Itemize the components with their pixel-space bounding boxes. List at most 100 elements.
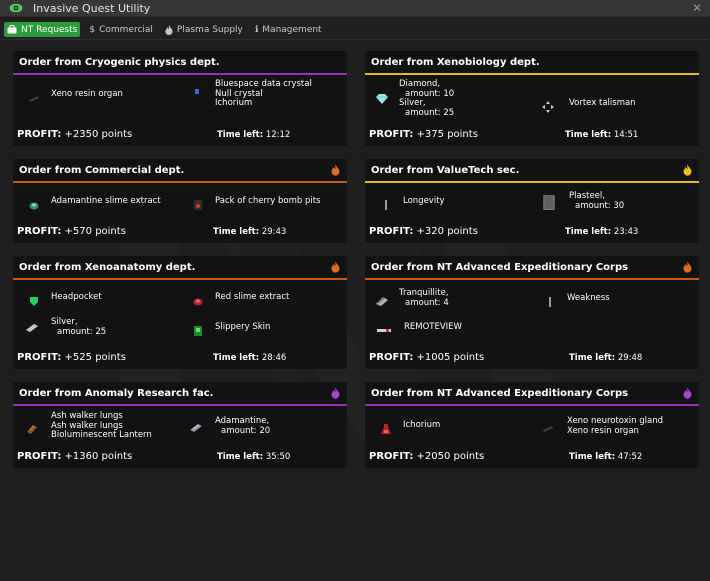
talisman-icon xyxy=(542,101,554,113)
time-left-value: 29:48 xyxy=(617,353,643,363)
order-card: Order from Xenoanatomy dept. Headpocket … xyxy=(13,256,347,369)
order-accent-bar xyxy=(13,404,347,406)
item-amount: amount: 25 xyxy=(405,107,455,118)
item-name: Xeno resin organ xyxy=(567,425,639,436)
order-title: Order from NT Advanced Expeditionary Cor… xyxy=(371,261,629,273)
order-item: REMOTEVIEW xyxy=(375,322,462,338)
order-title: Order from Anomaly Research fac. xyxy=(19,387,214,399)
tab-label: Commercial xyxy=(99,24,153,35)
item-name: Xeno resin organ xyxy=(51,89,123,99)
blue-crystal-icon xyxy=(195,89,199,94)
close-window-button[interactable]: ✕ xyxy=(692,1,702,15)
profit-value: +375 points xyxy=(416,129,478,140)
time-left-value: 28:46 xyxy=(261,353,287,363)
order-item: Plasteel, amount: 30 xyxy=(541,191,625,211)
profit-line: PROFIT: +2050 points xyxy=(369,451,484,462)
time-left-line: Time left: 29:48 xyxy=(569,353,642,363)
time-left-value: 47:52 xyxy=(617,452,643,462)
time-left-label: Time left: xyxy=(569,452,616,462)
order-title: Order from ValueTech sec. xyxy=(371,164,520,176)
time-left-label: Time left: xyxy=(213,353,260,363)
order-item: Pack of cherry bomb pits xyxy=(191,196,321,212)
time-left-label: Time left: xyxy=(565,130,612,140)
tab-nt-requests[interactable]: NT Requests xyxy=(4,22,81,37)
order-card-header: Order from Xenobiology dept. xyxy=(365,51,699,73)
time-left-line: Time left: 23:43 xyxy=(565,227,638,237)
order-item: Adamantine slime extract xyxy=(27,196,161,212)
time-left-line: Time left: 29:43 xyxy=(213,227,286,237)
ichorium-icon xyxy=(381,424,391,434)
item-amount: amount: 30 xyxy=(575,200,625,211)
order-card-header: Order from Anomaly Research fac. xyxy=(13,382,347,404)
info-icon: ℹ xyxy=(254,24,259,35)
time-left-label: Time left: xyxy=(217,130,264,140)
time-left-line: Time left: 47:52 xyxy=(569,452,642,462)
tab-label: NT Requests xyxy=(21,24,78,35)
time-left-line: Time left: 28:46 xyxy=(213,353,286,363)
profit-value: +1005 points xyxy=(416,352,485,363)
order-item: Bluespace data crystal Null crystal Icho… xyxy=(191,79,312,109)
profit-line: PROFIT: +1360 points xyxy=(17,451,132,462)
order-accent-bar xyxy=(365,73,699,75)
time-left-label: Time left: xyxy=(569,353,616,363)
tab-plasma-supply[interactable]: Plasma Supply xyxy=(162,22,246,37)
lungs-icon xyxy=(27,425,37,434)
profit-line: PROFIT: +525 points xyxy=(17,352,126,363)
tranquillite-icon xyxy=(376,297,388,306)
syringe-icon xyxy=(385,200,387,210)
flame-icon xyxy=(331,261,340,273)
order-item: Vortex talisman xyxy=(541,98,636,114)
adamantine-icon xyxy=(190,424,202,432)
time-left-label: Time left: xyxy=(217,452,264,462)
resin-organ-icon xyxy=(29,96,39,102)
tab-bar: NT Requests $ Commercial Plasma Supply ℹ… xyxy=(0,20,710,40)
order-card-header: Order from ValueTech sec. xyxy=(365,159,699,181)
seed-pack-icon xyxy=(194,200,202,210)
dna-injector-icon xyxy=(377,329,391,332)
order-card-header: Order from Commercial dept. xyxy=(13,159,347,181)
time-left-line: Time left: 14:51 xyxy=(565,130,638,140)
syringe-icon xyxy=(549,297,551,307)
time-left-value: 12:12 xyxy=(265,130,291,140)
profit-label: PROFIT: xyxy=(369,451,414,462)
profit-line: PROFIT: +2350 points xyxy=(17,129,132,140)
item-amount: amount: 4 xyxy=(405,297,449,308)
time-left-value: 23:43 xyxy=(613,227,639,237)
profit-value: +320 points xyxy=(416,226,478,237)
time-left-value: 35:50 xyxy=(265,452,291,462)
order-item: Red slime extract xyxy=(191,292,290,308)
item-name: REMOTEVIEW xyxy=(404,322,462,332)
order-title: Order from NT Advanced Expeditionary Cor… xyxy=(371,387,629,399)
dollar-icon: $ xyxy=(89,24,96,35)
item-name: Slippery Skin xyxy=(215,322,271,332)
order-item: Xeno neurotoxin gland Xeno resin organ xyxy=(541,416,663,436)
order-card: Order from NT Advanced Expeditionary Cor… xyxy=(365,256,699,369)
order-item: Ichorium xyxy=(379,420,440,436)
profit-label: PROFIT: xyxy=(369,352,414,363)
item-name: Red slime extract xyxy=(215,292,290,302)
item-amount: amount: 25 xyxy=(57,326,107,337)
slippery-skin-icon xyxy=(194,326,202,336)
profit-label: PROFIT: xyxy=(369,129,414,140)
item-name: Longevity xyxy=(403,196,445,206)
order-item: Headpocket xyxy=(27,292,102,308)
order-card: Order from Xenobiology dept. Diamond, am… xyxy=(365,51,699,146)
plasteel-icon xyxy=(543,195,555,210)
order-item: Xeno resin organ xyxy=(27,89,123,105)
time-left-value: 29:43 xyxy=(261,227,287,237)
flame-icon xyxy=(683,261,692,273)
order-title: Order from Xenobiology dept. xyxy=(371,56,540,68)
order-item: Longevity xyxy=(379,196,445,212)
order-accent-bar xyxy=(13,73,347,75)
profit-label: PROFIT: xyxy=(17,451,62,462)
time-left-label: Time left: xyxy=(565,227,612,237)
tab-commercial[interactable]: $ Commercial xyxy=(86,22,156,37)
time-left-line: Time left: 12:12 xyxy=(217,130,290,140)
profit-label: PROFIT: xyxy=(17,129,62,140)
slime-extract-icon xyxy=(29,202,39,210)
tab-management[interactable]: ℹ Management xyxy=(252,22,325,37)
order-card: Order from NT Advanced Expeditionary Cor… xyxy=(365,382,699,468)
item-name: Bioluminescent Lantern xyxy=(51,430,152,440)
tab-label: Management xyxy=(262,24,322,35)
profit-value: +1360 points xyxy=(64,451,133,462)
